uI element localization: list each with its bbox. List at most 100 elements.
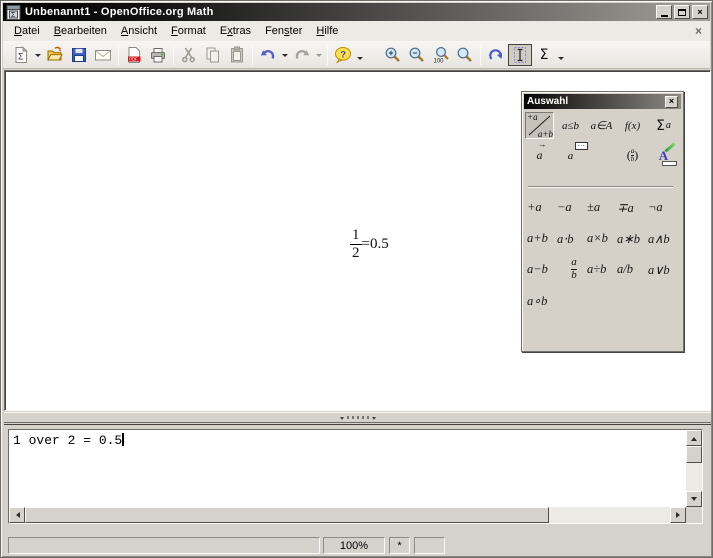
vertical-scrollbar[interactable] [686, 430, 702, 507]
command-editor[interactable]: 1 over 2 = 0.5 [9, 430, 686, 507]
refresh-button[interactable] [484, 44, 508, 66]
menu-fenster[interactable]: Fenster [258, 23, 309, 39]
arrow-left-icon [13, 512, 20, 518]
symbol-a-over-b[interactable]: ab [561, 257, 587, 281]
paste-clipboard-icon [228, 46, 246, 64]
symbol-minusplus-a[interactable]: ∓a [617, 200, 648, 216]
menu-format[interactable]: Format [164, 23, 213, 39]
category-brackets[interactable]: (ab) [618, 142, 647, 169]
arrow-up-icon [691, 434, 697, 441]
arrow-right-icon [676, 512, 683, 518]
copy-icon [204, 46, 222, 64]
view-splitter[interactable] [4, 412, 711, 423]
paste-button[interactable] [225, 44, 249, 66]
symbol-a-mult-b[interactable]: a∗b [617, 231, 648, 247]
send-email-button[interactable] [91, 44, 115, 66]
print-button[interactable] [146, 44, 170, 66]
palette-close-button[interactable]: × [665, 96, 678, 108]
chevron-down-icon [357, 57, 363, 63]
sigma-icon: Σ [540, 47, 549, 63]
symbol-a-and-b[interactable]: a∧b [648, 231, 680, 247]
close-button[interactable]: × [692, 5, 708, 19]
zoom-button[interactable] [453, 44, 477, 66]
help-button[interactable]: ? [331, 44, 355, 66]
symbol-minus-a[interactable]: −a [557, 200, 587, 215]
toolbar-options-button[interactable] [355, 44, 365, 66]
symbol-a-cdot-b[interactable]: a⋅b [557, 231, 587, 247]
menu-extras[interactable]: Extras [213, 23, 258, 39]
horizontal-scroll-thumb[interactable] [25, 507, 549, 523]
symbol-a-div-b[interactable]: a÷b [587, 262, 617, 277]
symbol-a-slash-b[interactable]: a/b [617, 262, 648, 277]
symbol-catalog-button[interactable]: Σ [532, 44, 556, 66]
zoom-100-button[interactable]: 100 [429, 44, 453, 66]
zoom-in-icon [384, 46, 402, 64]
scroll-track[interactable] [549, 507, 670, 523]
svg-text:Σ: Σ [11, 12, 16, 19]
symbol-a-circ-b[interactable]: a∘b [527, 293, 557, 309]
scroll-left-button[interactable] [9, 507, 25, 523]
others-icon: a··· [568, 150, 574, 162]
symbol-a-or-b[interactable]: a∨b [648, 262, 680, 278]
category-attributes[interactable]: →a [525, 142, 554, 169]
formula-cursor-icon [511, 46, 529, 64]
symbol-a-minus-b[interactable]: a−b [527, 262, 557, 277]
category-others[interactable]: a··· [556, 142, 585, 169]
document-close-button[interactable]: × [695, 24, 702, 38]
title-bar[interactable]: Σ Unbenannt1 - OpenOffice.org Math × [3, 3, 710, 21]
new-document-icon: Σ [12, 46, 30, 64]
scroll-track[interactable] [686, 463, 702, 491]
redo-dropdown-button[interactable] [314, 44, 324, 66]
scroll-right-button[interactable] [670, 507, 686, 523]
menu-datei[interactable]: Datei [7, 23, 47, 39]
chevron-down-icon [558, 57, 564, 63]
symbol-neg-a[interactable]: ¬a [648, 200, 680, 215]
symbol-a-plus-b[interactable]: a+b [527, 231, 557, 246]
zoom-100-icon: 100 [432, 46, 451, 64]
vertical-scroll-thumb[interactable] [686, 446, 702, 463]
rendered-formula: 1 2 =0.5 [350, 227, 389, 263]
new-dropdown-button[interactable] [33, 44, 43, 66]
open-button[interactable] [43, 44, 67, 66]
zoom-out-button[interactable] [405, 44, 429, 66]
pencil-icon [664, 142, 675, 152]
functions-icon: f(x) [625, 120, 640, 132]
category-unary-binary-operators[interactable]: +a a+b [525, 112, 554, 139]
category-functions[interactable]: f(x) [618, 112, 647, 139]
save-floppy-icon [70, 46, 88, 64]
menu-bearbeiten[interactable]: Bearbeiten [47, 23, 114, 39]
toolbar-separator [480, 45, 481, 65]
undo-button[interactable] [256, 44, 280, 66]
zoom-in-button[interactable] [381, 44, 405, 66]
splitter-arrow [340, 417, 344, 422]
status-zoom-field[interactable]: 100% [323, 537, 385, 554]
symbol-plus-a[interactable]: +a [527, 200, 557, 215]
redo-button[interactable] [290, 44, 314, 66]
symbol-a-times-b[interactable]: a×b [587, 231, 617, 246]
fraction-denominator: 2 [350, 244, 362, 262]
undo-dropdown-button[interactable] [280, 44, 290, 66]
command-text: 1 over 2 = 0.5 [13, 433, 122, 448]
palette-title-bar[interactable]: Auswahl × [524, 94, 681, 109]
symbol-plusminus-a[interactable]: ±a [587, 200, 617, 215]
menu-hilfe[interactable]: Hilfe [309, 23, 345, 39]
horizontal-scrollbar[interactable] [9, 507, 686, 523]
scroll-up-button[interactable] [686, 430, 702, 446]
minimize-button[interactable] [656, 5, 672, 19]
category-formats[interactable]: A [649, 142, 678, 169]
scroll-down-button[interactable] [686, 491, 702, 507]
cut-button[interactable] [177, 44, 201, 66]
arrow-down-icon [691, 497, 697, 504]
maximize-button[interactable] [674, 5, 690, 19]
category-relations[interactable]: a≤b [556, 112, 585, 139]
palette-category-row-2: →a a··· (ab) A [525, 142, 678, 169]
new-button[interactable]: Σ [9, 44, 33, 66]
formula-cursor-button[interactable] [508, 44, 532, 66]
copy-button[interactable] [201, 44, 225, 66]
menu-ansicht[interactable]: Ansicht [114, 23, 164, 39]
export-pdf-button[interactable]: PDF [122, 44, 146, 66]
toolbar-options-button-2[interactable] [556, 44, 566, 66]
category-set-operations[interactable]: a∈A [587, 112, 616, 139]
category-operators[interactable]: Σa [649, 112, 678, 139]
save-button[interactable] [67, 44, 91, 66]
